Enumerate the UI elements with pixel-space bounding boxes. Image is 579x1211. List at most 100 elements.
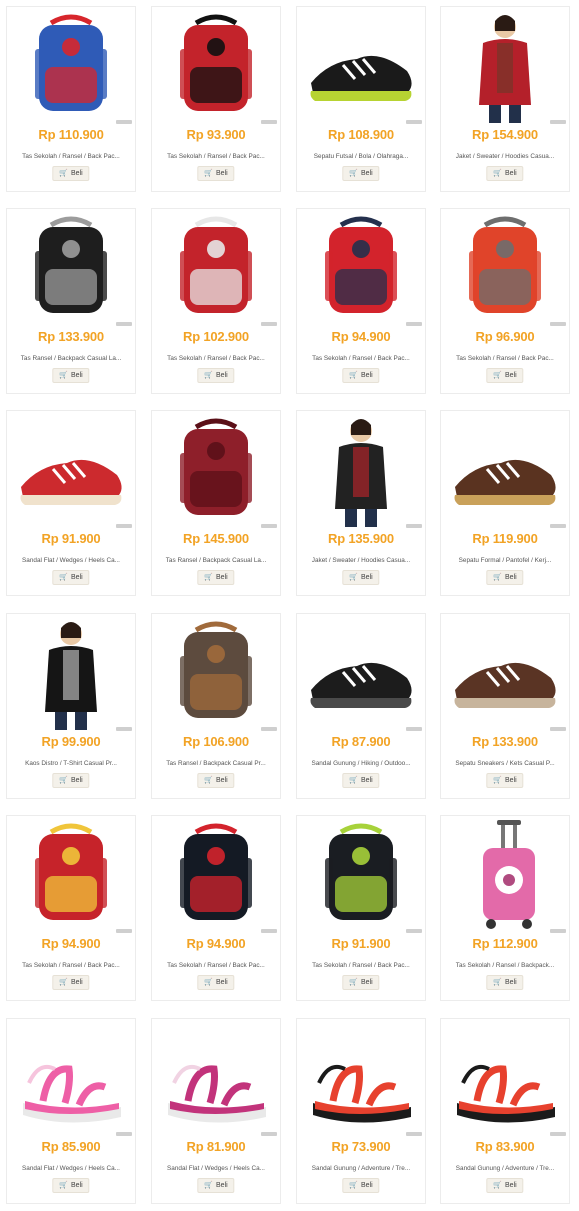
product-image[interactable] — [154, 413, 278, 529]
buy-button[interactable]: 🛒 Beli — [52, 166, 90, 181]
product-title[interactable]: Jaket / Sweater / Hoodies Casua... — [303, 557, 419, 564]
product-title[interactable]: Sandal Flat / Wedges / Heels Ca... — [13, 557, 129, 564]
product-title[interactable]: Tas Sekolah / Ransel / Back Pac... — [13, 153, 129, 160]
buy-button[interactable]: 🛒 Beli — [197, 166, 235, 181]
product-image[interactable] — [299, 616, 423, 732]
product-title[interactable]: Sandal Gunung / Hiking / Outdoo... — [303, 760, 419, 767]
product-title[interactable]: Tas Sekolah / Ransel / Back Pac... — [303, 962, 419, 969]
buy-button[interactable]: 🛒 Beli — [52, 368, 90, 383]
buy-button[interactable]: 🛒 Beli — [342, 368, 380, 383]
buy-button[interactable]: 🛒 Beli — [197, 773, 235, 788]
buy-button[interactable]: 🛒 Beli — [342, 773, 380, 788]
product-title[interactable]: Tas Ransel / Backpack Casual La... — [158, 557, 274, 564]
product-card[interactable]: Rp 91.900 Sandal Flat / Wedges / Heels C… — [6, 410, 136, 596]
product-title[interactable]: Tas Sekolah / Ransel / Back Pac... — [158, 153, 274, 160]
product-image[interactable] — [299, 9, 423, 125]
product-image[interactable] — [443, 818, 567, 934]
product-image-svg — [180, 14, 252, 111]
buy-button[interactable]: 🛒 Beli — [52, 975, 90, 990]
product-title[interactable]: Jaket / Sweater / Hoodies Casua... — [447, 153, 563, 160]
buy-button[interactable]: 🛒 Beli — [486, 570, 524, 585]
buy-button[interactable]: 🛒 Beli — [197, 368, 235, 383]
product-image[interactable] — [154, 9, 278, 125]
product-image[interactable] — [9, 211, 133, 327]
product-title[interactable]: Sepatu Formal / Pantofel / Kerj... — [447, 557, 563, 564]
product-image[interactable] — [154, 1021, 278, 1137]
product-title[interactable]: Tas Sekolah / Ransel / Backpack... — [447, 962, 563, 969]
product-card[interactable]: Rp 110.900 Tas Sekolah / Ransel / Back P… — [6, 6, 136, 192]
buy-button[interactable]: 🛒 Beli — [486, 975, 524, 990]
product-card[interactable]: Rp 135.900 Jaket / Sweater / Hoodies Cas… — [296, 410, 426, 596]
product-title[interactable]: Tas Ransel / Backpack Casual La... — [13, 355, 129, 362]
product-title[interactable]: Sandal Flat / Wedges / Heels Ca... — [158, 1165, 274, 1172]
product-image[interactable] — [443, 413, 567, 529]
shopping-cart-icon: 🛒 — [204, 372, 214, 379]
product-image[interactable] — [443, 9, 567, 125]
product-title[interactable]: Tas Sekolah / Ransel / Back Pac... — [158, 962, 274, 969]
buy-button[interactable]: 🛒 Beli — [52, 773, 90, 788]
product-title[interactable]: Tas Ransel / Backpack Casual Pr... — [158, 760, 274, 767]
product-image[interactable] — [9, 1021, 133, 1137]
product-title[interactable]: Kaos Distro / T-Shirt Casual Pr... — [13, 760, 129, 767]
buy-button[interactable]: 🛒 Beli — [52, 1178, 90, 1193]
product-image[interactable] — [9, 818, 133, 934]
product-card[interactable]: Rp 94.900 Tas Sekolah / Ransel / Back Pa… — [296, 208, 426, 394]
product-image[interactable] — [443, 211, 567, 327]
product-card[interactable]: Rp 112.900 Tas Sekolah / Ransel / Backpa… — [440, 815, 570, 1001]
watermark-logo — [406, 524, 422, 528]
product-image[interactable] — [299, 413, 423, 529]
product-image[interactable] — [443, 1021, 567, 1137]
product-card[interactable]: Rp 99.900 Kaos Distro / T-Shirt Casual P… — [6, 613, 136, 799]
product-image[interactable] — [299, 818, 423, 934]
product-card[interactable]: Rp 133.900 Sepatu Sneakers / Kets Casual… — [440, 613, 570, 799]
product-image[interactable] — [9, 616, 133, 732]
product-title[interactable]: Sepatu Sneakers / Kets Casual P... — [447, 760, 563, 767]
product-title[interactable]: Tas Sekolah / Ransel / Back Pac... — [447, 355, 563, 362]
buy-button[interactable]: 🛒 Beli — [486, 1178, 524, 1193]
product-image[interactable] — [299, 211, 423, 327]
product-card[interactable]: Rp 96.900 Tas Sekolah / Ransel / Back Pa… — [440, 208, 570, 394]
product-card[interactable]: Rp 73.900 Sandal Gunung / Adventure / Tr… — [296, 1018, 426, 1204]
product-card[interactable]: Rp 102.900 Tas Sekolah / Ransel / Back P… — [151, 208, 281, 394]
product-image[interactable] — [154, 616, 278, 732]
buy-button[interactable]: 🛒 Beli — [52, 570, 90, 585]
product-image[interactable] — [154, 818, 278, 934]
product-image-svg — [457, 1064, 555, 1123]
buy-button[interactable]: 🛒 Beli — [342, 1178, 380, 1193]
buy-button[interactable]: 🛒 Beli — [197, 1178, 235, 1193]
product-card[interactable]: Rp 83.900 Sandal Gunung / Adventure / Tr… — [440, 1018, 570, 1204]
product-title[interactable]: Tas Sekolah / Ransel / Back Pac... — [13, 962, 129, 969]
product-title[interactable]: Sepatu Futsal / Bola / Olahraga... — [303, 153, 419, 160]
product-image[interactable] — [154, 211, 278, 327]
product-card[interactable]: Rp 145.900 Tas Ransel / Backpack Casual … — [151, 410, 281, 596]
product-card[interactable]: Rp 81.900 Sandal Flat / Wedges / Heels C… — [151, 1018, 281, 1204]
product-title[interactable]: Sandal Gunung / Adventure / Tre... — [303, 1165, 419, 1172]
buy-button[interactable]: 🛒 Beli — [486, 773, 524, 788]
buy-button[interactable]: 🛒 Beli — [342, 166, 380, 181]
product-card[interactable]: Rp 106.900 Tas Ransel / Backpack Casual … — [151, 613, 281, 799]
buy-button[interactable]: 🛒 Beli — [342, 570, 380, 585]
product-title[interactable]: Tas Sekolah / Ransel / Back Pac... — [158, 355, 274, 362]
product-card[interactable]: Rp 94.900 Tas Sekolah / Ransel / Back Pa… — [6, 815, 136, 1001]
product-card[interactable]: Rp 87.900 Sandal Gunung / Hiking / Outdo… — [296, 613, 426, 799]
product-image[interactable] — [299, 1021, 423, 1137]
buy-button[interactable]: 🛒 Beli — [197, 975, 235, 990]
product-image[interactable] — [9, 413, 133, 529]
product-card[interactable]: Rp 154.900 Jaket / Sweater / Hoodies Cas… — [440, 6, 570, 192]
buy-button[interactable]: 🛒 Beli — [486, 368, 524, 383]
product-card[interactable]: Rp 94.900 Tas Sekolah / Ransel / Back Pa… — [151, 815, 281, 1001]
product-image[interactable] — [9, 9, 133, 125]
product-card[interactable]: Rp 108.900 Sepatu Futsal / Bola / Olahra… — [296, 6, 426, 192]
product-image[interactable] — [443, 616, 567, 732]
product-card[interactable]: Rp 85.900 Sandal Flat / Wedges / Heels C… — [6, 1018, 136, 1204]
buy-button[interactable]: 🛒 Beli — [197, 570, 235, 585]
product-card[interactable]: Rp 133.900 Tas Ransel / Backpack Casual … — [6, 208, 136, 394]
product-title[interactable]: Tas Sekolah / Ransel / Back Pac... — [303, 355, 419, 362]
product-title[interactable]: Sandal Gunung / Adventure / Tre... — [447, 1165, 563, 1172]
buy-button[interactable]: 🛒 Beli — [486, 166, 524, 181]
product-card[interactable]: Rp 91.900 Tas Sekolah / Ransel / Back Pa… — [296, 815, 426, 1001]
product-card[interactable]: Rp 119.900 Sepatu Formal / Pantofel / Ke… — [440, 410, 570, 596]
product-card[interactable]: Rp 93.900 Tas Sekolah / Ransel / Back Pa… — [151, 6, 281, 192]
product-title[interactable]: Sandal Flat / Wedges / Heels Ca... — [13, 1165, 129, 1172]
buy-button[interactable]: 🛒 Beli — [342, 975, 380, 990]
